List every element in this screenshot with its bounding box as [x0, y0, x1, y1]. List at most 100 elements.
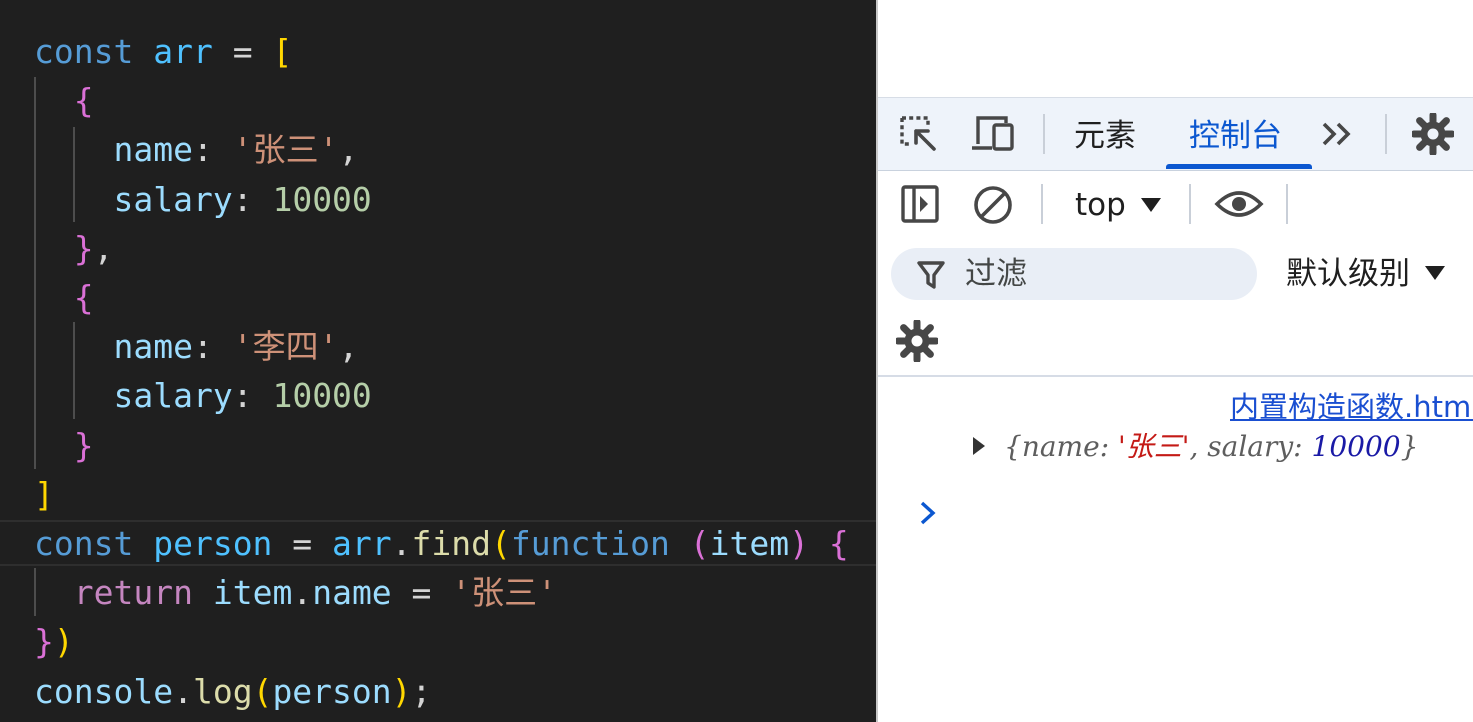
code-line[interactable]: name: '张三',	[34, 125, 358, 174]
code-line[interactable]: const arr = [	[34, 27, 292, 76]
code-token: console	[34, 671, 174, 711]
code-token: {	[828, 524, 849, 563]
code-token: const	[34, 524, 134, 563]
code-token: :	[232, 179, 273, 219]
code-token: :	[232, 376, 273, 416]
log-key: salary	[1207, 430, 1294, 463]
clear-console-icon[interactable]	[972, 184, 1014, 226]
settings-gear-icon[interactable]	[1412, 113, 1454, 155]
code-token: name	[113, 327, 193, 367]
code-line[interactable]: {	[34, 76, 94, 125]
code-token: )	[53, 622, 74, 662]
code-token: return	[73, 573, 193, 613]
devtools-panel: 元素 控制台 top 过滤 默认级别 内置构造函数.html {name: '张…	[878, 0, 1473, 722]
code-token: arr	[332, 524, 392, 563]
code-token: {	[73, 278, 94, 317]
chevron-down-icon[interactable]	[1140, 196, 1162, 214]
code-token: find	[411, 524, 492, 563]
code-token: .	[292, 573, 313, 613]
code-line[interactable]: console.log(person);	[34, 667, 431, 716]
toolbar-separator	[1041, 184, 1043, 224]
code-token: =	[391, 573, 452, 613]
code-token: {	[73, 81, 94, 121]
code-token: (	[491, 524, 511, 563]
filter-placeholder: 过滤	[965, 256, 1027, 292]
code-line[interactable]: ]	[34, 470, 54, 519]
context-label: top	[1075, 187, 1126, 223]
code-token: item	[212, 573, 293, 613]
code-line[interactable]: })	[34, 617, 74, 666]
sidebar-toggle-icon[interactable]	[900, 184, 940, 224]
toolbar-separator	[1286, 184, 1288, 224]
toolbar-separator	[1189, 184, 1191, 224]
code-token: item	[709, 524, 790, 563]
filter-funnel-icon	[917, 261, 945, 289]
source-location-link[interactable]: 内置构造函数.html	[1230, 388, 1473, 426]
code-line[interactable]: name: '李四',	[34, 322, 358, 371]
code-token: '张三'	[232, 130, 339, 170]
expand-triangle-icon[interactable]	[971, 435, 987, 457]
log-brace: {	[1004, 430, 1022, 463]
code-token: .	[391, 524, 412, 563]
code-line[interactable]: {	[34, 273, 94, 322]
code-token: ;	[411, 671, 432, 711]
log-string-value: '张三'	[1118, 430, 1190, 463]
code-token: ]	[34, 474, 54, 514]
console-log-entry[interactable]: {name: '张三', salary: 10000}	[1004, 428, 1418, 466]
filter-input[interactable]: 过滤	[891, 248, 1257, 300]
device-toolbar-icon[interactable]	[970, 114, 1018, 154]
tab-console[interactable]: 控制台	[1189, 116, 1282, 156]
console-settings-gear-icon[interactable]	[896, 320, 938, 362]
toolbar-separator	[1385, 114, 1387, 154]
log-level-selector[interactable]: 默认级别	[1286, 254, 1410, 294]
code-editor[interactable]: const arr = [ { name: '张三', salary: 1000…	[0, 0, 876, 722]
code-token: }	[73, 228, 94, 268]
code-token: }	[73, 425, 94, 465]
code-line[interactable]: salary: 10000	[34, 175, 372, 224]
context-selector[interactable]: top	[1075, 185, 1126, 225]
code-token: name	[113, 130, 193, 170]
code-token: =	[212, 32, 273, 71]
code-token: name	[312, 573, 392, 613]
tab-elements[interactable]: 元素	[1074, 116, 1136, 156]
code-token: (	[252, 671, 273, 711]
code-token: log	[192, 671, 253, 711]
code-token: ,	[93, 228, 114, 268]
log-number-value: 10000	[1311, 430, 1401, 463]
code-line[interactable]: },	[34, 224, 114, 273]
code-token: 10000	[272, 376, 372, 416]
code-line[interactable]: salary: 10000	[34, 371, 372, 420]
code-token: function	[510, 524, 670, 563]
code-line[interactable]: const person = arr.find(function (item) …	[34, 519, 849, 568]
code-token: )	[391, 671, 412, 711]
chevron-down-icon[interactable]	[1424, 264, 1446, 282]
code-token: person	[272, 671, 392, 711]
code-token: arr	[153, 32, 213, 71]
devtools-tabbar: 元素 控制台	[878, 97, 1473, 171]
code-token: 10000	[272, 179, 372, 219]
toolbar-separator	[1043, 114, 1045, 154]
inspect-element-icon[interactable]	[898, 114, 940, 154]
code-token: =	[272, 524, 333, 563]
console-prompt-chevron-icon[interactable]	[918, 500, 938, 526]
code-token: ,	[338, 327, 359, 367]
code-line[interactable]: }	[34, 421, 94, 470]
code-token: [	[272, 32, 293, 71]
code-line[interactable]: return item.name = '张三'	[34, 568, 557, 617]
code-token: ,	[338, 130, 359, 170]
code-token: salary	[113, 376, 233, 416]
log-brace: }	[1400, 430, 1419, 463]
active-tab-indicator	[1166, 164, 1312, 169]
code-token: }	[34, 622, 54, 662]
more-tabs-icon[interactable]	[1318, 118, 1356, 150]
live-expression-eye-icon[interactable]	[1214, 186, 1264, 222]
code-token: (	[689, 524, 710, 563]
code-token: )	[789, 524, 809, 563]
